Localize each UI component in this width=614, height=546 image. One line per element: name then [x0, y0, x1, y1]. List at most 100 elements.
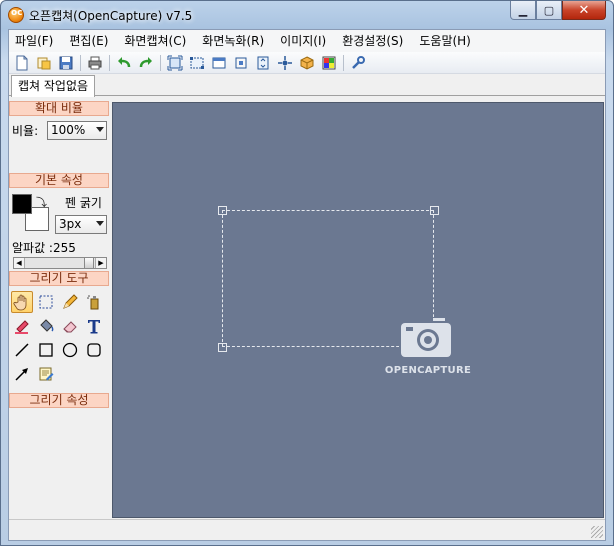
zoom-ratio-value: 100% — [51, 123, 86, 137]
undo-icon — [118, 56, 131, 67]
rounded-rectangle-icon — [87, 343, 101, 357]
alpha-slider[interactable]: ◀ ▶ — [13, 257, 107, 269]
hand-tool[interactable] — [11, 291, 33, 313]
highlighter-icon — [15, 320, 29, 334]
capture-3d-button[interactable] — [296, 53, 318, 73]
title-bar[interactable]: 오픈캡쳐(OpenCapture) v7.5 ▁ ▢ ✕ — [1, 1, 613, 29]
color-picker-icon — [322, 56, 336, 69]
foreground-color-swatch[interactable] — [12, 194, 32, 214]
capture-fixed-button[interactable] — [274, 53, 296, 73]
maximize-button[interactable]: ▢ — [536, 1, 562, 20]
zoom-ratio-select[interactable]: 100% — [47, 121, 107, 140]
note-tool[interactable] — [35, 363, 57, 385]
rectangle-tool[interactable] — [35, 339, 57, 361]
toolbar — [9, 52, 605, 74]
resize-grip-icon[interactable] — [591, 526, 603, 538]
arrow-tool[interactable] — [11, 363, 33, 385]
window-controls: ▁ ▢ ✕ — [510, 1, 606, 21]
tab-no-capture[interactable]: 캡쳐 작업없음 — [11, 75, 96, 97]
fill-tool[interactable] — [35, 315, 57, 337]
chevron-down-icon — [96, 221, 104, 226]
swap-colors-icon[interactable]: ⤵ — [36, 194, 47, 210]
rounded-rectangle-tool[interactable] — [83, 339, 105, 361]
basic-section-header: 기본 속성 — [9, 173, 109, 188]
toolbar-separator — [109, 54, 110, 71]
eraser-tool[interactable] — [59, 315, 81, 337]
slider-left-arrow-icon[interactable]: ◀ — [14, 258, 25, 268]
close-button[interactable]: ✕ — [562, 1, 606, 20]
app-logo-icon — [8, 7, 24, 23]
menu-capture[interactable]: 화면캡쳐(C) — [116, 31, 194, 51]
capture-region-button[interactable] — [186, 53, 208, 73]
spray-can-icon — [87, 295, 99, 310]
pencil-icon — [63, 294, 78, 309]
menu-settings[interactable]: 환경설정(S) — [334, 31, 411, 51]
capture-canvas[interactable]: OPENCAPTURE — [112, 102, 604, 518]
menu-bar: 파일(F) 편집(E) 화면캡쳐(C) 화면녹화(R) 이미지(I) 환경설정(… — [9, 30, 605, 52]
settings-button[interactable] — [347, 53, 369, 73]
line-icon — [15, 343, 29, 357]
arrow-icon — [15, 368, 28, 381]
zoom-label: 비율: — [12, 124, 39, 138]
new-icon — [16, 55, 28, 70]
window-title: 오픈캡쳐(OpenCapture) v7.5 — [29, 9, 193, 23]
redo-icon — [139, 56, 152, 67]
capture-fixed-icon — [278, 55, 292, 70]
camera-icon — [399, 317, 453, 359]
pencil-tool[interactable] — [59, 291, 81, 313]
minimize-button[interactable]: ▁ — [510, 1, 536, 20]
toolbar-separator — [80, 54, 81, 71]
toolbar-separator — [343, 54, 344, 71]
opencapture-brand-text: OPENCAPTURE — [384, 365, 472, 376]
undo-button[interactable] — [113, 53, 135, 73]
capture-fullscreen-icon — [167, 55, 183, 70]
left-panel: 확대 비율 비율: 100% 기본 속성 ⤵ 펜 굵기 3px 알파값 :255… — [9, 101, 111, 519]
app-window: 오픈캡쳐(OpenCapture) v7.5 ▁ ▢ ✕ 파일(F) 편집(E)… — [0, 0, 614, 546]
settings-wrench-icon — [352, 55, 365, 69]
menu-file[interactable]: 파일(F) — [9, 31, 61, 51]
chevron-down-icon — [96, 127, 104, 132]
selection-handle-bottom-left — [218, 343, 227, 352]
line-tool[interactable] — [11, 339, 33, 361]
menu-edit[interactable]: 편집(E) — [61, 31, 116, 51]
menu-image[interactable]: 이미지(I) — [272, 31, 334, 51]
capture-scroll-button[interactable] — [252, 53, 274, 73]
spray-tool[interactable] — [83, 291, 105, 313]
color-picker-button[interactable] — [318, 53, 340, 73]
draw-props-section-header: 그리기 속성 — [9, 393, 109, 408]
open-button[interactable] — [33, 53, 55, 73]
zoom-section-header: 확대 비율 — [9, 101, 109, 116]
toolbar-separator — [160, 54, 161, 71]
select-tool[interactable] — [35, 291, 57, 313]
minimize-icon: ▁ — [518, 3, 528, 17]
slider-right-arrow-icon[interactable]: ▶ — [95, 258, 106, 268]
capture-region-icon — [190, 56, 204, 69]
pen-width-select[interactable]: 3px — [55, 215, 107, 234]
capture-fullscreen-button[interactable] — [164, 53, 186, 73]
ellipse-icon — [62, 342, 78, 358]
menu-help[interactable]: 도움말(H) — [411, 31, 479, 51]
alpha-label: 알파값 :255 — [12, 241, 76, 255]
new-button[interactable] — [11, 53, 33, 73]
capture-element-icon — [235, 57, 247, 68]
text-tool[interactable] — [83, 315, 105, 337]
close-icon: ✕ — [578, 2, 590, 18]
paint-bucket-icon — [40, 319, 54, 332]
menu-record[interactable]: 화면녹화(R) — [194, 31, 272, 51]
capture-window-button[interactable] — [208, 53, 230, 73]
status-bar — [9, 519, 605, 540]
eraser-icon — [63, 321, 77, 333]
hand-icon — [13, 294, 27, 311]
print-button[interactable] — [84, 53, 106, 73]
selection-handle-top-left — [218, 206, 227, 215]
ellipse-tool[interactable] — [59, 339, 81, 361]
draw-tools-section-header: 그리기 도구 — [9, 271, 109, 286]
alpha-slider-thumb[interactable] — [84, 258, 94, 268]
capture-3d-icon — [300, 55, 314, 70]
save-button[interactable] — [55, 53, 77, 73]
highlighter-tool[interactable] — [11, 315, 33, 337]
selection-handle-top-right — [430, 206, 439, 215]
capture-element-button[interactable] — [230, 53, 252, 73]
redo-button[interactable] — [135, 53, 157, 73]
print-icon — [88, 56, 102, 69]
